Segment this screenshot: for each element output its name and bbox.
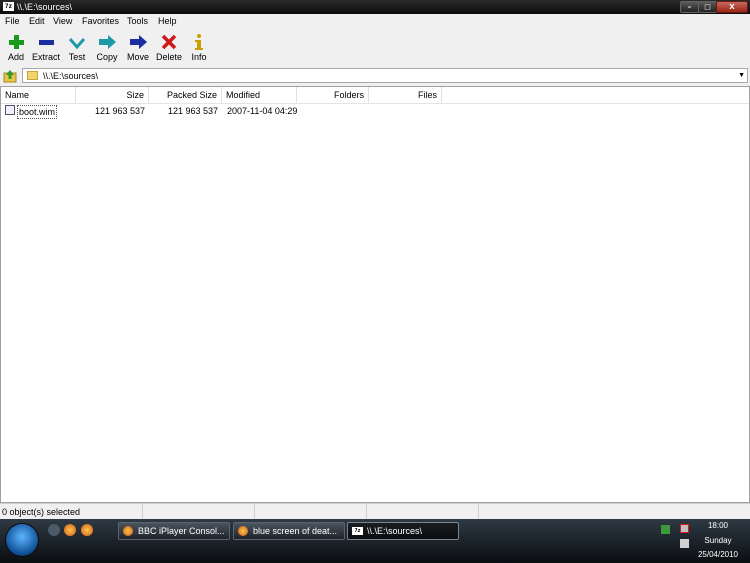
taskbar-item-label: \\.\E:\sources\ bbox=[367, 526, 423, 536]
up-folder-icon[interactable] bbox=[3, 69, 17, 83]
clock-date[interactable]: 25/04/2010 bbox=[694, 550, 742, 560]
maximize-button[interactable]: □ bbox=[698, 1, 717, 13]
info-button[interactable]: Info bbox=[183, 32, 215, 64]
address-bar: \\.\E:\sources\ ▼ bbox=[0, 66, 750, 86]
plus-icon bbox=[9, 35, 24, 49]
extract-button[interactable]: Extract bbox=[30, 32, 62, 64]
taskbar-item-blue-screen[interactable]: blue screen of deat... bbox=[233, 522, 345, 540]
file-list[interactable]: Name Size Packed Size Modified Folders F… bbox=[0, 86, 750, 503]
clock-time[interactable]: 18:00 bbox=[694, 521, 742, 531]
row-packed-size: 121 963 537 bbox=[167, 106, 218, 116]
info-icon bbox=[195, 34, 203, 50]
add-label: Add bbox=[7, 52, 24, 62]
status-cell-4 bbox=[366, 504, 479, 520]
table-row[interactable]: boot.wim 121 963 537 121 963 537 2007-11… bbox=[1, 105, 749, 119]
taskbar: BBC iPlayer Consol... blue screen of dea… bbox=[0, 519, 750, 563]
clock-day[interactable]: Sunday bbox=[694, 536, 742, 546]
menu-favorites[interactable]: Favorites bbox=[82, 16, 119, 27]
sevenzip-app-icon[interactable]: 7z bbox=[3, 2, 14, 11]
test-label: Test bbox=[68, 52, 86, 62]
column-name[interactable]: Name bbox=[1, 87, 76, 103]
address-field[interactable]: \\.\E:\sources\ ▼ bbox=[22, 68, 748, 83]
firefox-quicklaunch-icon-2[interactable] bbox=[81, 524, 93, 536]
start-button[interactable] bbox=[6, 524, 38, 556]
move-button[interactable]: Move bbox=[122, 32, 154, 64]
taskbar-item-label: blue screen of deat... bbox=[253, 526, 338, 536]
window-title: \\.\E:\sources\ bbox=[17, 2, 73, 12]
minus-icon bbox=[39, 40, 54, 45]
taskbar-item-bbc-iplayer[interactable]: BBC iPlayer Consol... bbox=[118, 522, 230, 540]
column-modified[interactable]: Modified bbox=[222, 87, 297, 103]
delete-button[interactable]: Delete bbox=[153, 32, 185, 64]
volume-icon[interactable] bbox=[680, 539, 689, 548]
copy-button[interactable]: Copy bbox=[91, 32, 123, 64]
list-header: Name Size Packed Size Modified Folders F… bbox=[1, 87, 749, 104]
add-button[interactable]: Add bbox=[0, 32, 32, 64]
status-text: 0 object(s) selected bbox=[2, 507, 81, 517]
x-icon bbox=[161, 34, 177, 50]
copy-label: Copy bbox=[96, 52, 118, 62]
taskbar-item-7zip[interactable]: 7z \\.\E:\sources\ bbox=[347, 522, 459, 540]
close-button[interactable]: X bbox=[716, 1, 748, 13]
taskbar-item-label: BBC iPlayer Consol... bbox=[138, 526, 225, 536]
folder-icon bbox=[27, 71, 38, 80]
row-size: 121 963 537 bbox=[94, 106, 145, 116]
status-cell-2 bbox=[142, 504, 255, 520]
row-name[interactable]: boot.wim bbox=[17, 105, 58, 119]
menu-view[interactable]: View bbox=[53, 16, 72, 27]
address-path: \\.\E:\sources\ bbox=[43, 71, 99, 81]
column-packed-size[interactable]: Packed Size bbox=[149, 87, 222, 103]
firefox-quicklaunch-icon[interactable] bbox=[64, 524, 76, 536]
sevenzip-icon: 7z bbox=[352, 527, 363, 535]
info-label: Info bbox=[191, 52, 207, 62]
double-arrow-right-icon bbox=[99, 35, 116, 49]
move-label: Move bbox=[126, 52, 149, 62]
chevron-down-icon[interactable]: ▼ bbox=[738, 70, 745, 82]
test-button[interactable]: Test bbox=[61, 32, 93, 64]
delete-label: Delete bbox=[155, 52, 182, 62]
column-files[interactable]: Files bbox=[369, 87, 442, 103]
menu-tools[interactable]: Tools bbox=[127, 16, 148, 27]
network-icon[interactable] bbox=[661, 525, 670, 534]
status-cell-3 bbox=[254, 504, 367, 520]
file-icon bbox=[5, 105, 15, 115]
status-cell-selection: 0 object(s) selected bbox=[0, 504, 143, 520]
menu-help[interactable]: Help bbox=[158, 16, 177, 27]
arrow-right-icon bbox=[130, 35, 147, 49]
column-folders[interactable]: Folders bbox=[297, 87, 369, 103]
title-bar[interactable]: 7z \\.\E:\sources\ – □ X bbox=[0, 0, 750, 14]
show-desktop-icon[interactable] bbox=[48, 524, 60, 536]
safely-remove-hardware-icon[interactable] bbox=[680, 524, 689, 533]
extract-label: Extract bbox=[31, 52, 60, 62]
menu-edit[interactable]: Edit bbox=[29, 16, 45, 27]
toolbar: Add Extract Test Copy Move Delete Info bbox=[0, 29, 750, 67]
menu-bar: File Edit View Favorites Tools Help bbox=[0, 14, 750, 29]
row-modified: 2007-11-04 04:29 bbox=[227, 106, 298, 116]
column-size[interactable]: Size bbox=[76, 87, 149, 103]
firefox-icon bbox=[123, 526, 133, 536]
minimize-button[interactable]: – bbox=[680, 1, 699, 13]
menu-file[interactable]: File bbox=[5, 16, 20, 27]
firefox-icon bbox=[238, 526, 248, 536]
status-bar: 0 object(s) selected bbox=[0, 503, 750, 520]
check-icon bbox=[68, 38, 86, 50]
